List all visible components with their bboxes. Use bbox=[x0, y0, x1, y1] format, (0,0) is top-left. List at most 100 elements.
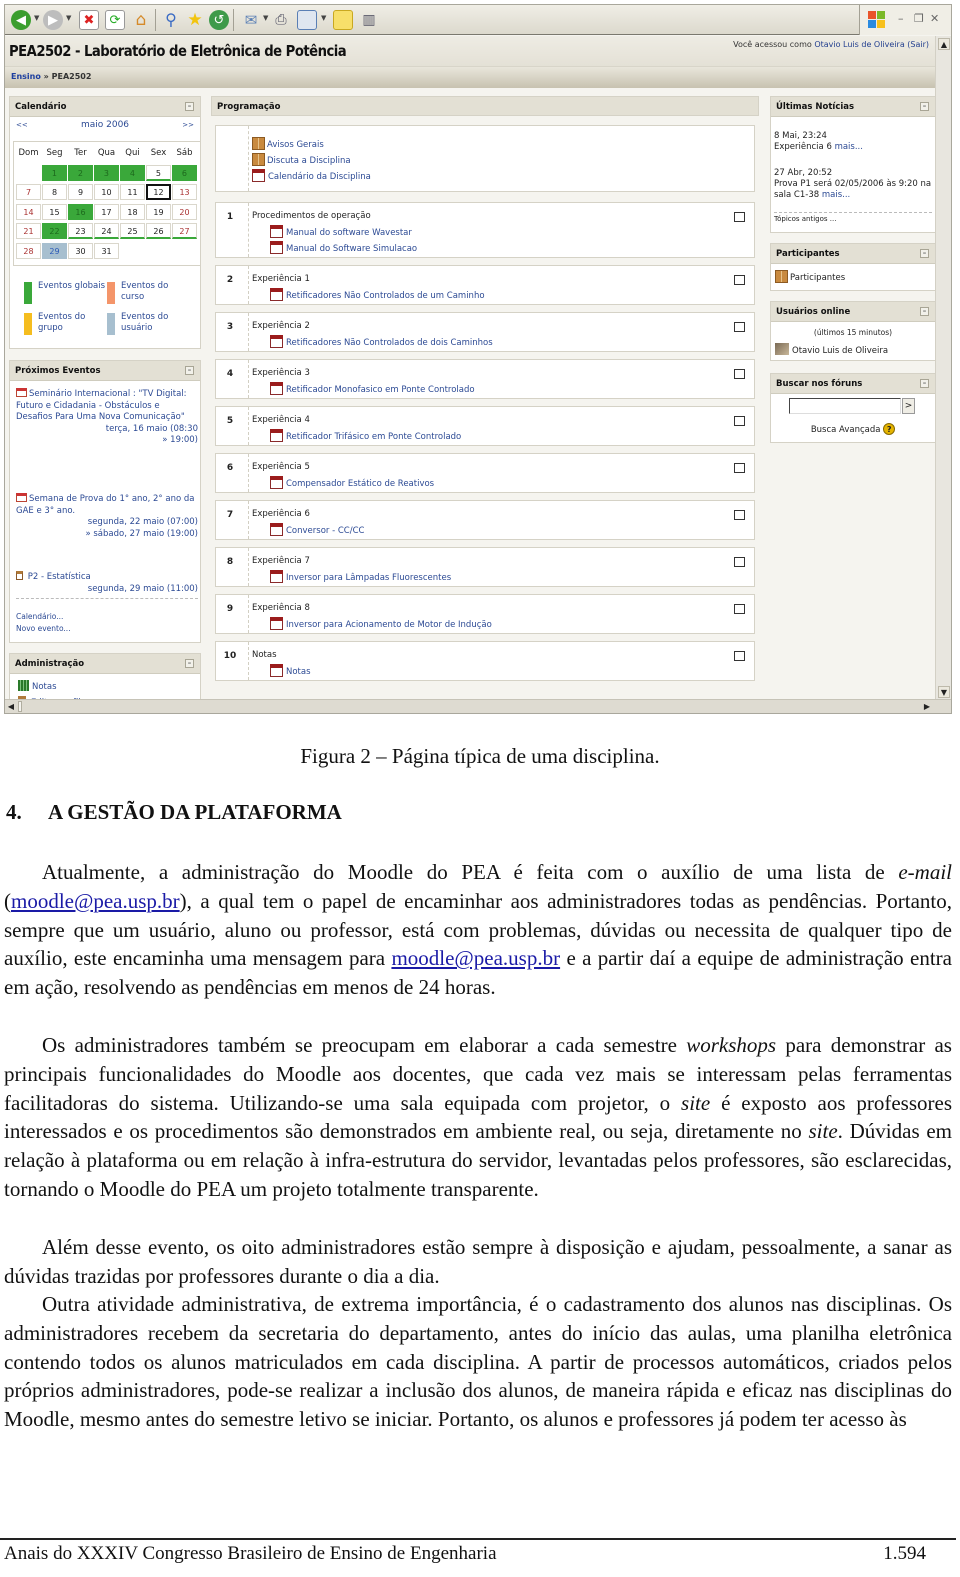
calendar-day[interactable]: 14 bbox=[16, 203, 41, 220]
forward-dropdown-icon[interactable]: ▼ bbox=[66, 14, 71, 22]
resource-link[interactable]: Discuta a Disciplina bbox=[252, 153, 351, 166]
help-icon[interactable]: ? bbox=[883, 423, 896, 435]
resource-link[interactable]: Compensador Estático de Reativos bbox=[270, 476, 434, 489]
new-event-link[interactable]: Novo evento... bbox=[16, 623, 71, 635]
scroll-thumb[interactable] bbox=[18, 701, 22, 712]
event-name[interactable]: Seminário Internacional : "TV Digital: F… bbox=[16, 389, 187, 422]
collapse-icon[interactable]: – bbox=[920, 379, 929, 388]
mail-icon[interactable]: ✉ bbox=[241, 10, 261, 30]
calendar-day[interactable]: 7 bbox=[16, 184, 41, 200]
collapse-icon[interactable]: – bbox=[920, 102, 929, 111]
calendar-day[interactable]: 20 bbox=[172, 203, 197, 220]
back-dropdown-icon[interactable]: ▼ bbox=[34, 14, 39, 22]
resource-link[interactable]: Manual do software Wavestar bbox=[270, 225, 412, 238]
calendar-day[interactable]: 10 bbox=[94, 184, 119, 200]
admin-item-grades[interactable]: Notas bbox=[18, 680, 57, 694]
highlight-section-toggle[interactable] bbox=[734, 369, 745, 379]
advanced-search-link[interactable]: Busca Avançada bbox=[811, 425, 881, 435]
scroll-right-icon[interactable]: ▶ bbox=[921, 701, 933, 712]
resource-label[interactable]: Retificador Monofasico em Ponte Controla… bbox=[286, 385, 475, 395]
calendar-month[interactable]: maio 2006 bbox=[10, 120, 200, 130]
calendar-day[interactable]: 31 bbox=[94, 242, 120, 259]
event-item[interactable]: Seminário Internacional : "TV Digital: F… bbox=[16, 388, 198, 447]
highlight-section-toggle[interactable] bbox=[734, 416, 745, 426]
event-item[interactable]: P2 - Estatística segunda, 29 maio (11:00… bbox=[16, 571, 198, 599]
collapse-icon[interactable]: – bbox=[185, 102, 194, 111]
back-icon[interactable]: ◀ bbox=[11, 10, 31, 30]
minimize-button[interactable]: – bbox=[898, 12, 904, 25]
calendar-day[interactable]: 4 bbox=[119, 164, 145, 181]
resource-link[interactable]: Conversor - CC/CC bbox=[270, 523, 364, 536]
resource-link[interactable]: Retificador Monofasico em Ponte Controla… bbox=[270, 382, 475, 395]
history-icon[interactable]: ↺ bbox=[209, 10, 229, 30]
resource-label[interactable]: Notas bbox=[286, 667, 311, 677]
highlight-section-toggle[interactable] bbox=[734, 212, 745, 222]
calendar-day[interactable]: 25 bbox=[120, 223, 145, 239]
calendar-day[interactable]: 21 bbox=[16, 223, 41, 239]
mail-dropdown-icon[interactable]: ▼ bbox=[263, 14, 268, 22]
participants-link[interactable]: Participantes bbox=[775, 270, 845, 284]
legend-label[interactable]: Eventos globais bbox=[38, 281, 105, 291]
resource-label[interactable]: Manual do Software Simulacao bbox=[286, 244, 417, 254]
calendar-day[interactable]: 17 bbox=[94, 203, 119, 220]
news-more-link[interactable]: mais... bbox=[835, 142, 863, 152]
calendar-day[interactable]: 24 bbox=[94, 223, 119, 239]
calendar-day[interactable]: 3 bbox=[93, 164, 119, 181]
legend-label[interactable]: Eventos do curso bbox=[121, 281, 168, 302]
resource-link[interactable]: Manual do Software Simulacao bbox=[270, 241, 417, 254]
resource-label[interactable]: Retificadores Não Controlados de um Cami… bbox=[286, 291, 485, 301]
email-link[interactable]: moodle@pea.usp.br bbox=[391, 946, 560, 970]
horizontal-scrollbar[interactable]: ◀ ▶ bbox=[5, 699, 951, 713]
calendar-day[interactable]: 18 bbox=[120, 203, 145, 220]
calendar-day[interactable]: 19 bbox=[146, 203, 171, 220]
resource-label[interactable]: Conversor - CC/CC bbox=[286, 526, 364, 536]
calendar-day[interactable]: 9 bbox=[68, 184, 93, 200]
refresh-icon[interactable]: ⟳ bbox=[105, 10, 125, 30]
highlight-section-toggle[interactable] bbox=[734, 557, 745, 567]
scroll-left-icon[interactable]: ◀ bbox=[5, 701, 17, 712]
email-link[interactable]: moodle@pea.usp.br bbox=[11, 889, 180, 913]
collapse-icon[interactable]: – bbox=[920, 249, 929, 258]
collapse-icon[interactable]: – bbox=[185, 659, 194, 668]
close-button[interactable]: ✕ bbox=[930, 12, 939, 25]
next-month-link[interactable]: >> bbox=[182, 121, 194, 129]
resource-link[interactable]: Avisos Gerais bbox=[252, 137, 324, 150]
calendar-day[interactable]: 6 bbox=[171, 164, 197, 181]
news-more-link[interactable]: mais... bbox=[822, 190, 850, 200]
research-icon[interactable]: ▥ bbox=[359, 10, 379, 30]
resource-link[interactable]: Retificadores Não Controlados de dois Ca… bbox=[270, 335, 493, 348]
calendar-link[interactable]: Calendário... bbox=[16, 611, 71, 623]
forum-search-go-button[interactable]: > bbox=[902, 398, 915, 414]
admin-item-label[interactable]: Notas bbox=[32, 682, 57, 692]
highlight-section-toggle[interactable] bbox=[734, 322, 745, 332]
event-name[interactable]: P2 - Estatística bbox=[28, 572, 91, 582]
resource-link[interactable]: Inversor para Lâmpadas Fluorescentes bbox=[270, 570, 451, 583]
event-name[interactable]: Semana de Prova do 1° ano, 2° ano da GAE… bbox=[16, 494, 194, 516]
calendar-day[interactable]: 28 bbox=[16, 242, 42, 259]
favorites-icon[interactable]: ★ bbox=[185, 10, 205, 30]
calendar-day[interactable]: 13 bbox=[172, 184, 198, 200]
calendar-day[interactable]: 5 bbox=[145, 164, 171, 181]
calendar-day[interactable]: 30 bbox=[68, 242, 94, 259]
resource-link[interactable]: Notas bbox=[270, 664, 311, 677]
highlight-section-toggle[interactable] bbox=[734, 510, 745, 520]
home-icon[interactable]: ⌂ bbox=[131, 10, 151, 30]
notes-icon[interactable] bbox=[333, 10, 353, 30]
edit-dropdown-icon[interactable]: ▼ bbox=[321, 14, 326, 22]
forward-icon[interactable]: ▶ bbox=[43, 10, 63, 30]
breadcrumb-root-link[interactable]: Ensino bbox=[11, 72, 41, 81]
collapse-icon[interactable]: – bbox=[185, 366, 194, 375]
calendar-day[interactable]: 23 bbox=[68, 223, 93, 239]
resource-label[interactable]: Inversor para Acionamento de Motor de In… bbox=[286, 620, 492, 630]
calendar-day[interactable]: 8 bbox=[42, 184, 67, 200]
forum-search-input[interactable] bbox=[789, 398, 901, 414]
vertical-scrollbar[interactable]: ▲ ▼ bbox=[935, 36, 951, 700]
resource-link[interactable]: Retificadores Não Controlados de um Cami… bbox=[270, 288, 485, 301]
highlight-section-toggle[interactable] bbox=[734, 463, 745, 473]
restore-button[interactable]: ❐ bbox=[914, 12, 924, 25]
resource-label[interactable]: Inversor para Lâmpadas Fluorescentes bbox=[286, 573, 451, 583]
scroll-down-icon[interactable]: ▼ bbox=[938, 686, 950, 698]
calendar-day[interactable]: 27 bbox=[172, 223, 197, 239]
calendar-day[interactable]: 1 bbox=[41, 164, 67, 181]
calendar-day[interactable]: 16 bbox=[68, 203, 93, 220]
